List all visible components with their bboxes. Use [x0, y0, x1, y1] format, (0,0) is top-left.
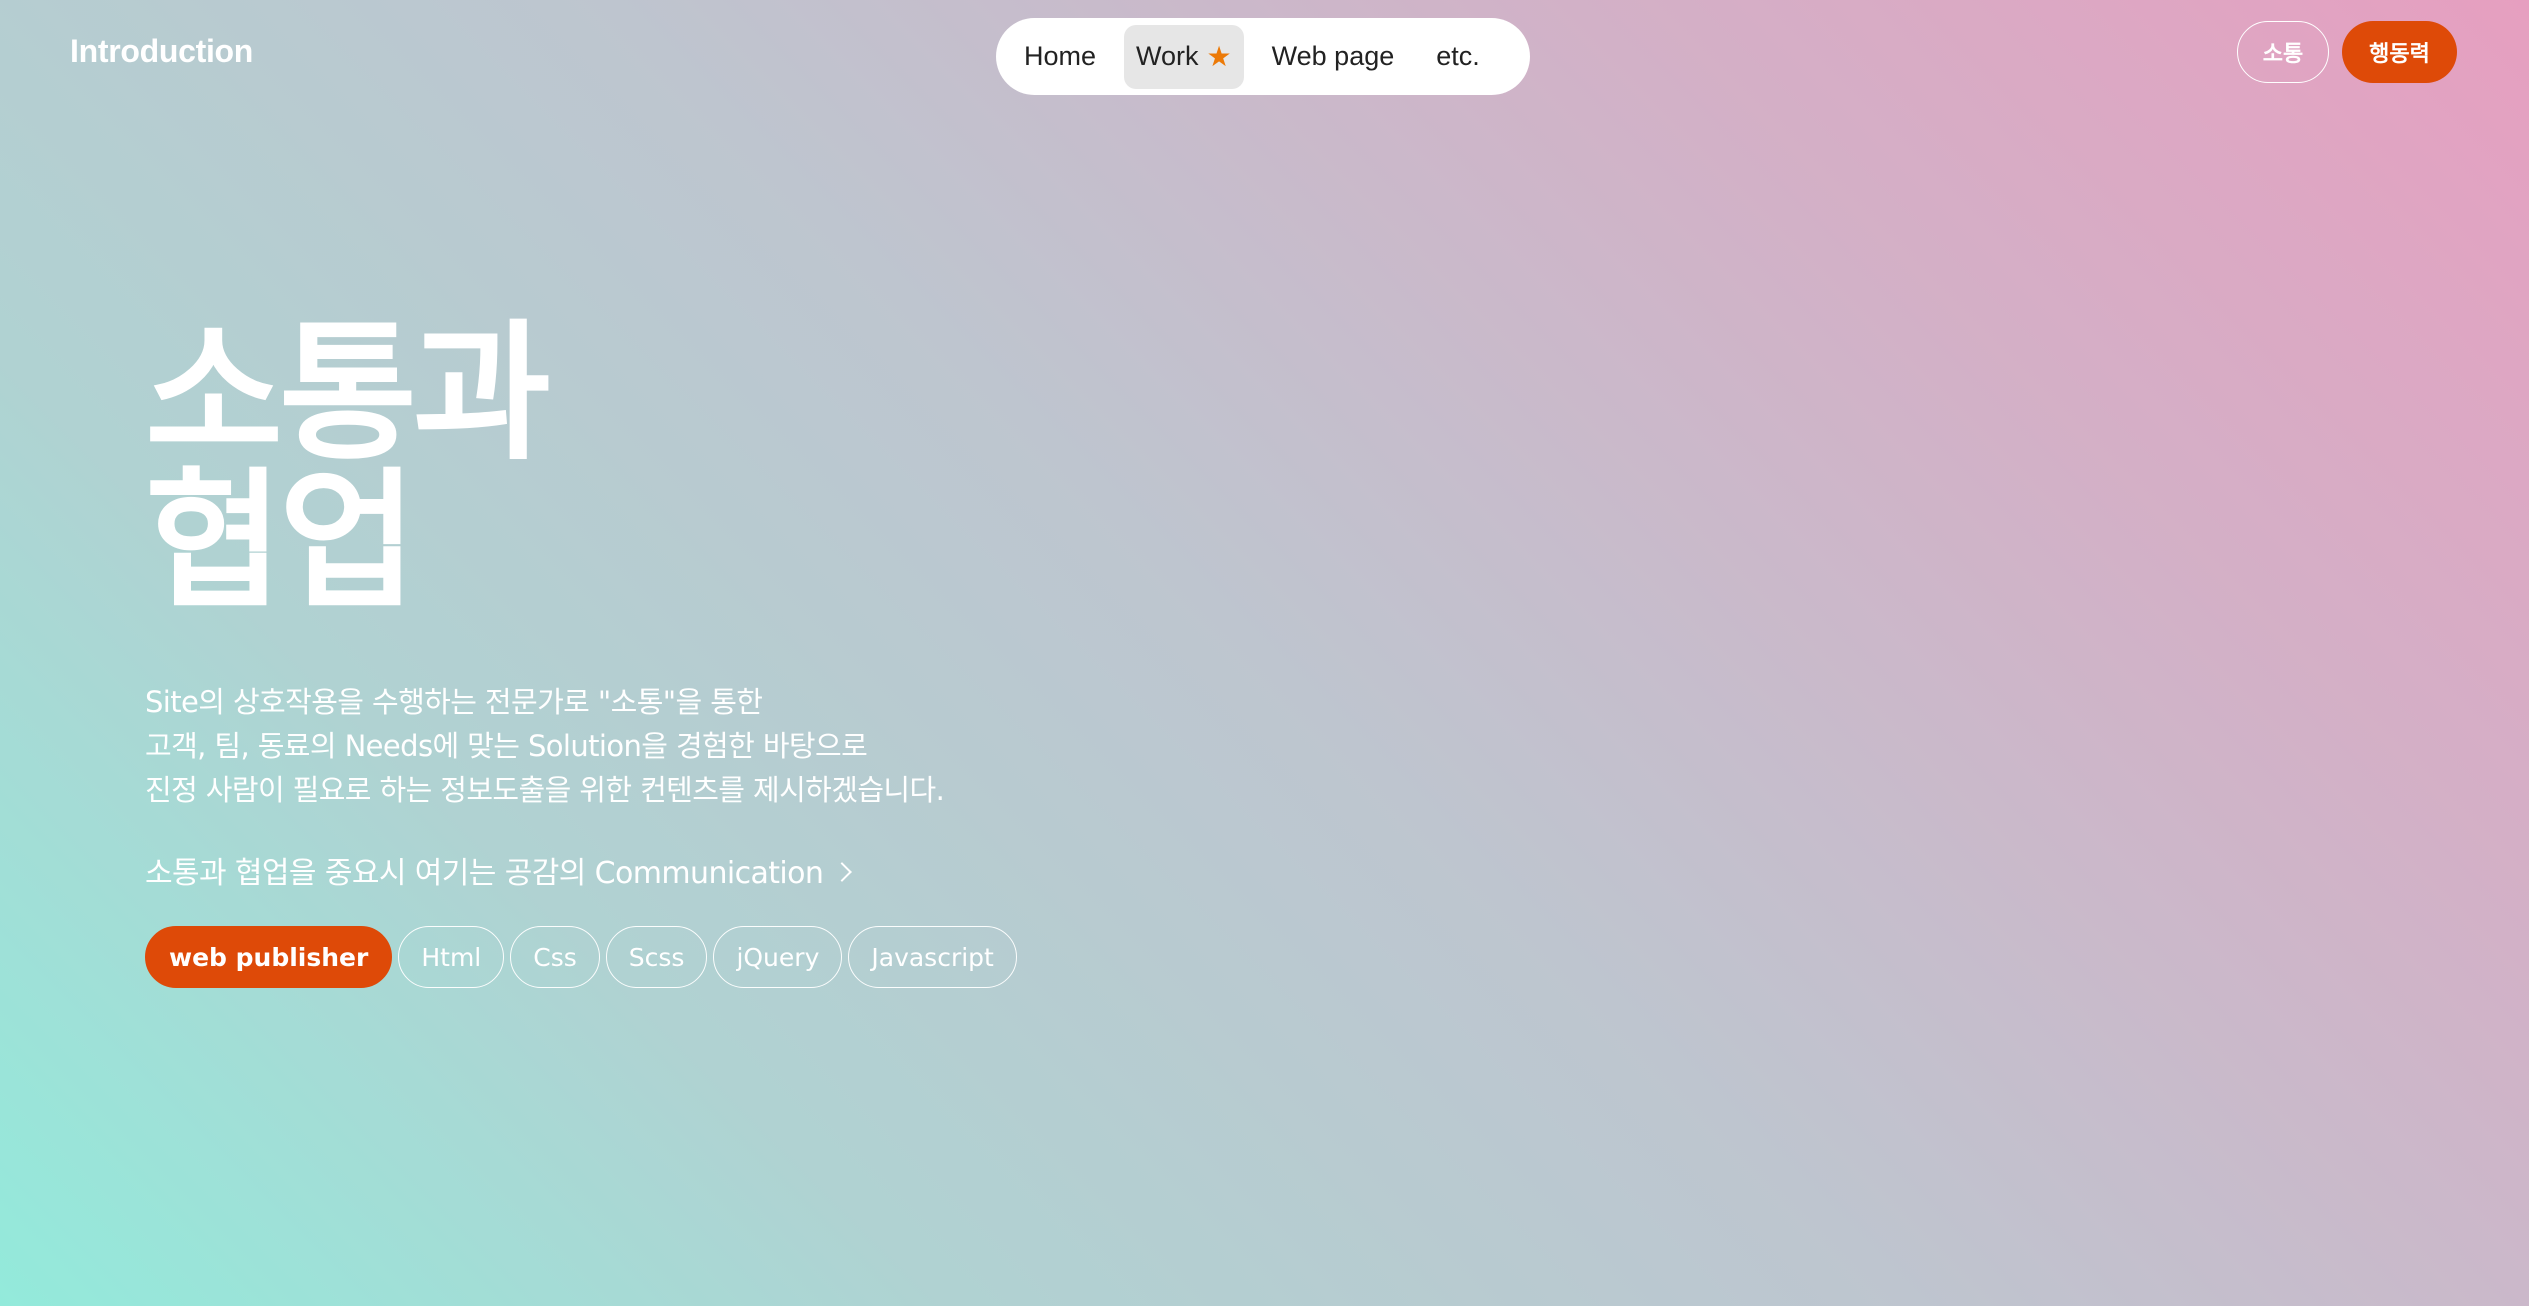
communication-button[interactable]: 소통 — [2237, 21, 2329, 83]
hero-title-line: 소통과 — [145, 307, 551, 481]
nav-item-web-page[interactable]: Web page — [1258, 25, 1409, 89]
action-button[interactable]: 행동력 — [2342, 21, 2457, 83]
nav-item-work[interactable]: Work ★ — [1124, 24, 1244, 89]
nav-item-label: etc. — [1436, 41, 1480, 71]
nav-item-label: Web page — [1271, 41, 1395, 71]
star-icon: ★ — [1206, 41, 1232, 72]
description-line: Site의 상호작용을 수행하는 전문가로 "소통"을 통한 — [145, 685, 763, 719]
skill-tags: web publisher Html Css Scss jQuery Javas… — [145, 926, 1023, 988]
chevron-right-icon — [832, 861, 853, 882]
hero-description: Site의 상호작용을 수행하는 전문가로 "소통"을 통한 고객, 팀, 동료… — [145, 680, 945, 812]
tag-css[interactable]: Css — [510, 926, 600, 988]
main-nav: Home Work ★ Web page etc. — [996, 18, 1530, 95]
tag-scss[interactable]: Scss — [605, 926, 708, 988]
nav-item-label: Work — [1136, 41, 1199, 71]
hero-title: 소통과 협업 — [145, 307, 551, 629]
nav-item-home[interactable]: Home — [1010, 25, 1110, 89]
tag-html[interactable]: Html — [398, 926, 505, 988]
site-logo[interactable]: Introduction — [70, 33, 253, 70]
description-line: 진정 사람이 필요로 하는 정보도출을 위한 컨텐츠를 제시하겠습니다. — [145, 773, 945, 807]
tag-jquery[interactable]: jQuery — [713, 926, 843, 988]
tag-javascript[interactable]: Javascript — [848, 926, 1017, 988]
cta-label: 소통과 협업을 중요시 여기는 공감의 Communication — [145, 856, 824, 891]
hero-title-line: 협업 — [145, 455, 417, 629]
tag-web-publisher[interactable]: web publisher — [145, 926, 393, 988]
description-line: 고객, 팀, 동료의 Needs에 맞는 Solution을 경험한 바탕으로 — [145, 729, 868, 763]
nav-item-etc[interactable]: etc. — [1422, 25, 1494, 89]
nav-item-label: Home — [1024, 41, 1097, 71]
communication-link[interactable]: 소통과 협업을 중요시 여기는 공감의 Communication — [145, 848, 853, 892]
